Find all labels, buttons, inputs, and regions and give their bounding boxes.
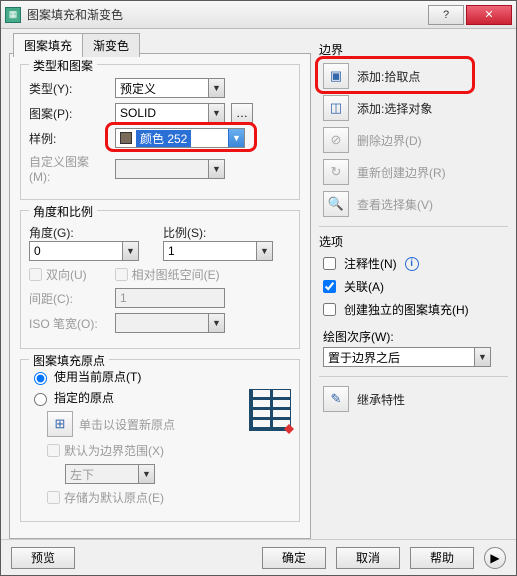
pattern-browse-button[interactable]: … xyxy=(231,103,253,123)
check-store-default-origin: 存储为默认原点(E) xyxy=(47,489,243,506)
check-relative-paper: 相对图纸空间(E) xyxy=(115,266,220,283)
app-icon: ▦ xyxy=(5,7,21,23)
remove-boundary-icon: ⊘ xyxy=(323,127,349,153)
chevron-down-icon: ▼ xyxy=(474,348,490,366)
chevron-down-icon: ▼ xyxy=(122,242,138,260)
draw-order-value: 置于边界之后 xyxy=(328,349,400,366)
cancel-button[interactable]: 取消 xyxy=(336,547,400,569)
check-bidirectional: 双向(U) xyxy=(29,266,87,283)
label-select-objects: 添加:选择对象 xyxy=(357,100,432,117)
tab-page: 类型和图案 类型(Y): 预定义 ▼ 图案(P): SOLID ▼ xyxy=(9,53,311,539)
select-objects-icon: ◫ xyxy=(323,95,349,121)
footer: 预览 确定 取消 帮助 ▶ xyxy=(1,539,516,575)
combo-angle[interactable]: 0▼ xyxy=(29,241,139,261)
ok-button[interactable]: 确定 xyxy=(262,547,326,569)
color-swatch xyxy=(120,132,132,144)
left-pane: 图案填充 渐变色 类型和图案 类型(Y): 预定义 ▼ 图案(P): xyxy=(9,29,311,539)
scale-value: 1 xyxy=(168,244,175,258)
legend-origin: 图案填充原点 xyxy=(29,352,109,369)
preview-button[interactable]: 预览 xyxy=(11,547,75,569)
view-selection-icon: 🔍 xyxy=(323,191,349,217)
combo-type[interactable]: 预定义 ▼ xyxy=(115,78,225,98)
label-view-selection: 查看选择集(V) xyxy=(357,196,433,213)
row-remove-boundary: ⊘ 删除边界(D) xyxy=(319,124,508,156)
label-angle: 角度(G): xyxy=(29,224,109,241)
help-button[interactable]: ? xyxy=(428,5,464,25)
chevron-down-icon: ▼ xyxy=(256,242,272,260)
row-inherit-props[interactable]: ✎ 继承特性 xyxy=(319,383,508,415)
row-select-objects[interactable]: ◫ 添加:选择对象 xyxy=(319,92,508,124)
chevron-down-icon: ▼ xyxy=(208,79,224,97)
row-view-selection: 🔍 查看选择集(V) xyxy=(319,188,508,220)
legend-type-pattern: 类型和图案 xyxy=(29,57,97,74)
titlebar: ▦ 图案填充和渐变色 ? ✕ xyxy=(1,1,516,29)
chevron-down-icon: ▼ xyxy=(208,104,224,122)
label-pick-points: 添加:拾取点 xyxy=(357,68,420,85)
tab-gradient[interactable]: 渐变色 xyxy=(82,33,140,57)
combo-pattern[interactable]: SOLID ▼ xyxy=(115,103,225,123)
radio-use-current-origin[interactable]: 使用当前原点(T) xyxy=(29,368,291,385)
input-spacing: 1 xyxy=(115,288,225,308)
legend-angle-scale: 角度和比例 xyxy=(29,203,97,220)
label-pattern: 图案(P): xyxy=(29,105,109,122)
recreate-boundary-icon: ↻ xyxy=(323,159,349,185)
label-recreate-boundary: 重新创建边界(R) xyxy=(357,164,446,181)
chevron-down-icon: ▼ xyxy=(208,314,224,332)
inherit-icon: ✎ xyxy=(323,386,349,412)
label-remove-boundary: 删除边界(D) xyxy=(357,132,422,149)
combo-pattern-value: SOLID xyxy=(120,106,156,120)
label-click-new-origin: 单击以设置新原点 xyxy=(79,416,175,433)
label-draw-order: 绘图次序(W): xyxy=(323,328,508,345)
label-spacing: 间距(C): xyxy=(29,290,109,307)
tab-hatch[interactable]: 图案填充 xyxy=(13,33,83,57)
check-annotative[interactable]: 注释性(N) i xyxy=(319,252,508,275)
section-boundary-title: 边界 xyxy=(319,41,508,58)
check-default-boundary: 默认为边界范围(X) xyxy=(47,442,243,459)
combo-iso-pen: ▼ xyxy=(115,313,225,333)
dialog-window: ▦ 图案填充和渐变色 ? ✕ 图案填充 渐变色 类型和图案 类型(Y): 预定义 xyxy=(0,0,517,576)
info-icon[interactable]: i xyxy=(405,257,419,271)
window-title: 图案填充和渐变色 xyxy=(27,6,426,23)
combo-scale[interactable]: 1▼ xyxy=(163,241,273,261)
combo-draw-order[interactable]: 置于边界之后 ▼ xyxy=(323,347,491,367)
label-inherit: 继承特性 xyxy=(357,391,405,408)
hatch-preview-icon xyxy=(249,389,291,431)
label-scale: 比例(S): xyxy=(163,224,243,241)
radio-specified-origin[interactable]: 指定的原点 xyxy=(29,389,243,406)
combo-origin-position: 左下▼ xyxy=(65,464,155,484)
chevron-down-icon: ▼ xyxy=(138,465,154,483)
combo-color[interactable]: 颜色 252 ▼ xyxy=(115,128,245,148)
combo-type-value: 预定义 xyxy=(120,80,156,97)
section-options-title: 选项 xyxy=(319,233,508,250)
angle-value: 0 xyxy=(34,244,41,258)
label-custom-pattern: 自定义图案(M): xyxy=(29,153,109,184)
row-pick-points[interactable]: ▣ 添加:拾取点 xyxy=(319,60,508,92)
check-associative[interactable]: 关联(A) xyxy=(319,275,508,298)
label-sample: 样例: xyxy=(29,130,109,147)
pick-points-icon: ▣ xyxy=(323,63,349,89)
help-button-footer[interactable]: 帮助 xyxy=(410,547,474,569)
check-independent-hatch[interactable]: 创建独立的图案填充(H) xyxy=(319,298,508,321)
group-angle-scale: 角度和比例 角度(G): 0▼ 比例(S): 1▼ 双向(U) xyxy=(20,210,300,349)
group-type-pattern: 类型和图案 类型(Y): 预定义 ▼ 图案(P): SOLID ▼ xyxy=(20,64,300,200)
expand-button[interactable]: ▶ xyxy=(484,547,506,569)
pick-origin-button: ⊞ xyxy=(47,411,73,437)
close-button[interactable]: ✕ xyxy=(466,5,512,25)
label-iso-pen: ISO 笔宽(O): xyxy=(29,315,109,332)
chevron-down-icon: ▼ xyxy=(208,160,224,178)
right-pane: 边界 ▣ 添加:拾取点 ◫ 添加:选择对象 ⊘ 删除边界(D) ↻ 重新创建边界… xyxy=(319,29,508,539)
row-recreate-boundary: ↻ 重新创建边界(R) xyxy=(319,156,508,188)
group-origin: 图案填充原点 使用当前原点(T) 指定的原点 ⊞ 单击以设置新原点 默认为边界范… xyxy=(20,359,300,522)
chevron-down-icon: ▼ xyxy=(228,129,244,147)
combo-color-value: 颜色 252 xyxy=(136,130,191,147)
label-type: 类型(Y): xyxy=(29,80,109,97)
combo-custom-pattern: ▼ xyxy=(115,159,225,179)
